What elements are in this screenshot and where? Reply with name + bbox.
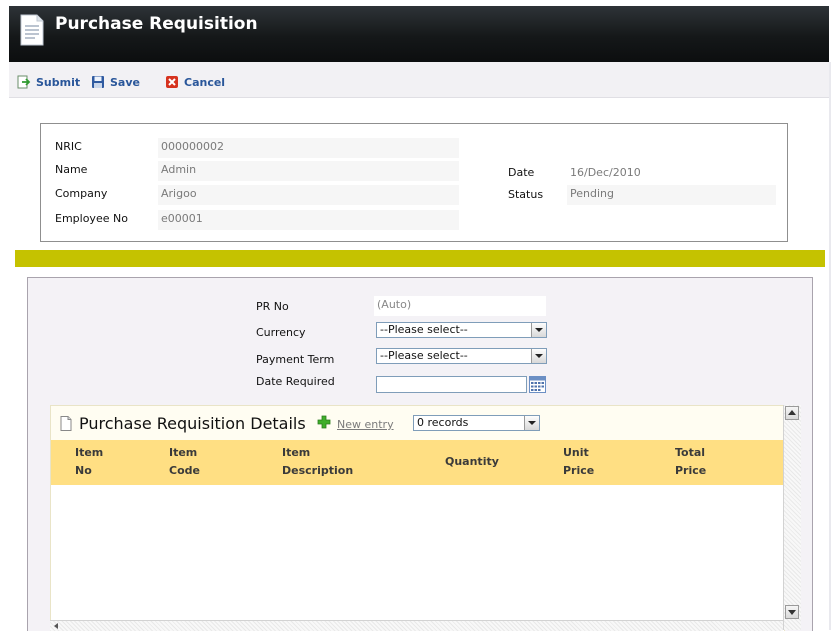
- date-required-label: Date Required: [256, 375, 335, 388]
- column-total-price[interactable]: Total Price: [675, 444, 706, 480]
- date-label: Date: [508, 166, 535, 179]
- save-button[interactable]: Save: [91, 74, 140, 90]
- name-value: Admin: [158, 161, 459, 181]
- company-label: Company: [55, 187, 108, 200]
- cancel-button[interactable]: Cancel: [165, 74, 225, 90]
- pr-no-label: PR No: [256, 300, 289, 313]
- grid-column-header: Item No Item Code Item Description Quant…: [51, 440, 784, 485]
- requisition-details-grid: Purchase Requisition Details New entry 0…: [50, 405, 785, 631]
- employee-info-panel: NRIC 000000002 Name Admin Company Arigoo…: [40, 123, 788, 242]
- payment-term-select[interactable]: --Please select--: [376, 348, 547, 364]
- arrow-up-icon: [788, 410, 796, 415]
- window-right-edge: [829, 62, 831, 630]
- details-title: Purchase Requisition Details: [79, 414, 306, 433]
- status-value: Pending: [567, 185, 776, 205]
- column-unit-price[interactable]: Unit Price: [563, 444, 594, 480]
- title-bar: Purchase Requisition: [9, 6, 829, 63]
- column-item-code[interactable]: Item Code: [169, 444, 200, 480]
- nric-label: NRIC: [55, 140, 82, 153]
- scroll-up-button[interactable]: [785, 406, 799, 420]
- nric-value: 000000002: [158, 138, 459, 158]
- status-label: Status: [508, 188, 544, 201]
- cancel-icon: [166, 76, 178, 88]
- column-item-no[interactable]: Item No: [75, 444, 103, 480]
- vertical-scrollbar[interactable]: [783, 405, 801, 630]
- column-item-description[interactable]: Item Description: [282, 444, 353, 480]
- payment-term-label: Payment Term: [256, 353, 335, 366]
- employee-no-value: e00001: [158, 210, 459, 230]
- employee-no-label: Employee No: [55, 212, 128, 225]
- pr-no-value: (Auto): [374, 296, 546, 316]
- floppy-disk-icon: [92, 76, 104, 88]
- plus-icon[interactable]: [317, 415, 331, 429]
- submit-button[interactable]: Submit: [17, 74, 80, 90]
- date-value: 16/Dec/2010: [570, 166, 641, 179]
- document-icon: [60, 416, 72, 431]
- currency-select[interactable]: --Please select--: [376, 322, 547, 338]
- save-label: Save: [110, 75, 140, 89]
- submit-label: Submit: [36, 75, 81, 89]
- cancel-label: Cancel: [184, 75, 226, 89]
- arrow-left-icon[interactable]: [52, 622, 60, 630]
- date-required-input[interactable]: [376, 376, 527, 393]
- submit-icon: [17, 75, 31, 89]
- calendar-icon[interactable]: [529, 376, 546, 393]
- records-select-value: 0 records: [417, 416, 469, 429]
- name-label: Name: [55, 163, 88, 176]
- document-icon: [20, 14, 44, 46]
- arrow-down-icon: [788, 610, 796, 615]
- section-divider: [15, 250, 825, 267]
- toolbar: Submit Save Cancel: [9, 62, 829, 98]
- currency-select-value: --Please select--: [380, 323, 468, 336]
- scroll-down-button[interactable]: [785, 605, 799, 619]
- company-value: Arigoo: [158, 185, 459, 205]
- page-title: Purchase Requisition: [55, 14, 258, 34]
- details-header: Purchase Requisition Details New entry 0…: [51, 406, 784, 440]
- column-quantity[interactable]: Quantity: [445, 453, 499, 471]
- new-entry-link[interactable]: New entry: [337, 418, 394, 431]
- currency-label: Currency: [256, 326, 306, 339]
- horizontal-scrollbar[interactable]: [50, 620, 783, 631]
- records-select[interactable]: 0 records: [413, 415, 540, 431]
- payment-term-select-value: --Please select--: [380, 349, 468, 362]
- chevron-down-icon[interactable]: [524, 416, 539, 430]
- chevron-down-icon[interactable]: [531, 349, 546, 363]
- chevron-down-icon[interactable]: [531, 323, 546, 337]
